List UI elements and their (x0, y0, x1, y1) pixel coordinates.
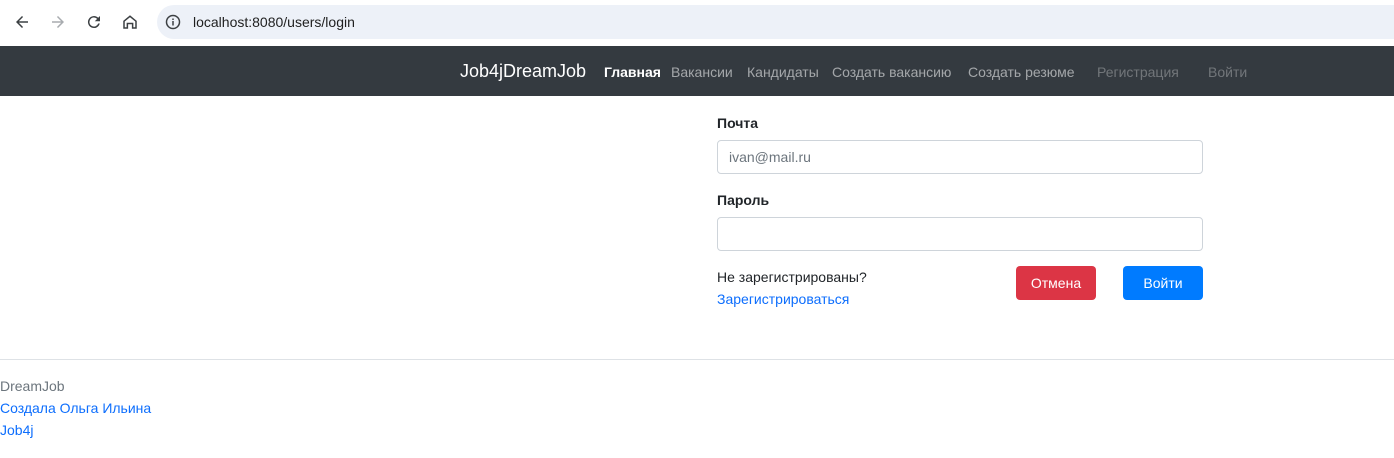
footer-job4j-link[interactable]: Job4j (0, 422, 33, 438)
cancel-button[interactable]: Отмена (1016, 266, 1096, 300)
email-field[interactable] (717, 140, 1203, 174)
nav-link-register[interactable]: Регистрация (1097, 63, 1179, 81)
reload-icon[interactable] (80, 8, 108, 36)
info-icon[interactable] (165, 14, 181, 30)
back-arrow-icon[interactable] (8, 8, 36, 36)
url-text: localhost:8080/users/login (193, 14, 355, 30)
nav-link-vacancies[interactable]: Вакансии (671, 63, 733, 81)
home-icon[interactable] (116, 8, 144, 36)
nav-link-login[interactable]: Войти (1208, 63, 1247, 81)
nav-link-home[interactable]: Главная (604, 63, 661, 81)
nav-link-create-vacancy[interactable]: Создать вакансию (832, 63, 951, 81)
site-navbar: Job4jDreamJob Главная Вакансии Кандидаты… (0, 46, 1394, 96)
nav-link-create-resume[interactable]: Создать резюме (968, 63, 1075, 81)
browser-toolbar: localhost:8080/users/login (0, 0, 1394, 45)
nav-link-candidates[interactable]: Кандидаты (747, 63, 819, 81)
login-button[interactable]: Войти (1123, 266, 1203, 300)
footer-divider (0, 359, 1394, 360)
navbar-brand[interactable]: Job4jDreamJob (460, 59, 586, 83)
email-label: Почта (717, 115, 759, 131)
footer-brand: DreamJob (0, 378, 65, 394)
register-link[interactable]: Зарегистрироваться (717, 291, 849, 307)
password-label: Пароль (717, 192, 770, 208)
password-field[interactable] (717, 217, 1203, 251)
forward-arrow-icon[interactable] (44, 8, 72, 36)
not-registered-text: Не зарегистрированы? (717, 269, 867, 285)
address-bar[interactable]: localhost:8080/users/login (157, 5, 1394, 39)
footer-author-link[interactable]: Создала Ольга Ильина (0, 400, 151, 416)
